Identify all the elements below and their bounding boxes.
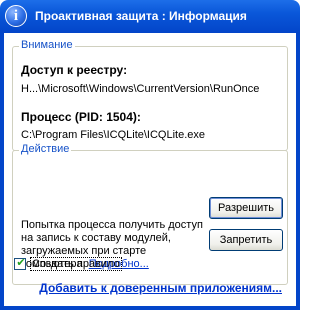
warning-group: Внимание Доступ к реестру: H...\Microsof… xyxy=(12,39,288,151)
checkmark-icon: ✔ xyxy=(16,256,26,269)
info-icon: i xyxy=(5,5,27,27)
create-rule-row[interactable]: ✔ Создать правило xyxy=(14,256,122,271)
window-title: Проактивная защита : Информация xyxy=(35,9,247,23)
allow-button[interactable]: Разрешить xyxy=(209,197,283,219)
registry-access-label: Доступ к реестру: xyxy=(21,63,128,77)
warning-group-legend: Внимание xyxy=(19,39,75,51)
dialog-window: i Проактивная защита : Информация Вниман… xyxy=(0,0,300,310)
process-label: Процесс (PID: 1504): xyxy=(21,110,141,124)
add-trusted-link[interactable]: Добавить к доверенным приложениям... xyxy=(39,281,282,295)
deny-button[interactable]: Запретить xyxy=(209,229,283,251)
create-rule-checkbox[interactable]: ✔ xyxy=(14,256,26,270)
create-rule-label[interactable]: Создать правило xyxy=(30,257,122,271)
registry-path-value: H...\Microsoft\Windows\CurrentVersion\Ru… xyxy=(21,83,260,95)
action-group-legend: Действие xyxy=(19,143,72,155)
process-path-value: C:\Program Files\ICQLite\ICQLite.exe xyxy=(21,129,206,141)
title-bar[interactable]: i Проактивная защита : Информация xyxy=(0,0,300,33)
dialog-body: Внимание Доступ к реестру: H...\Microsof… xyxy=(4,33,296,304)
